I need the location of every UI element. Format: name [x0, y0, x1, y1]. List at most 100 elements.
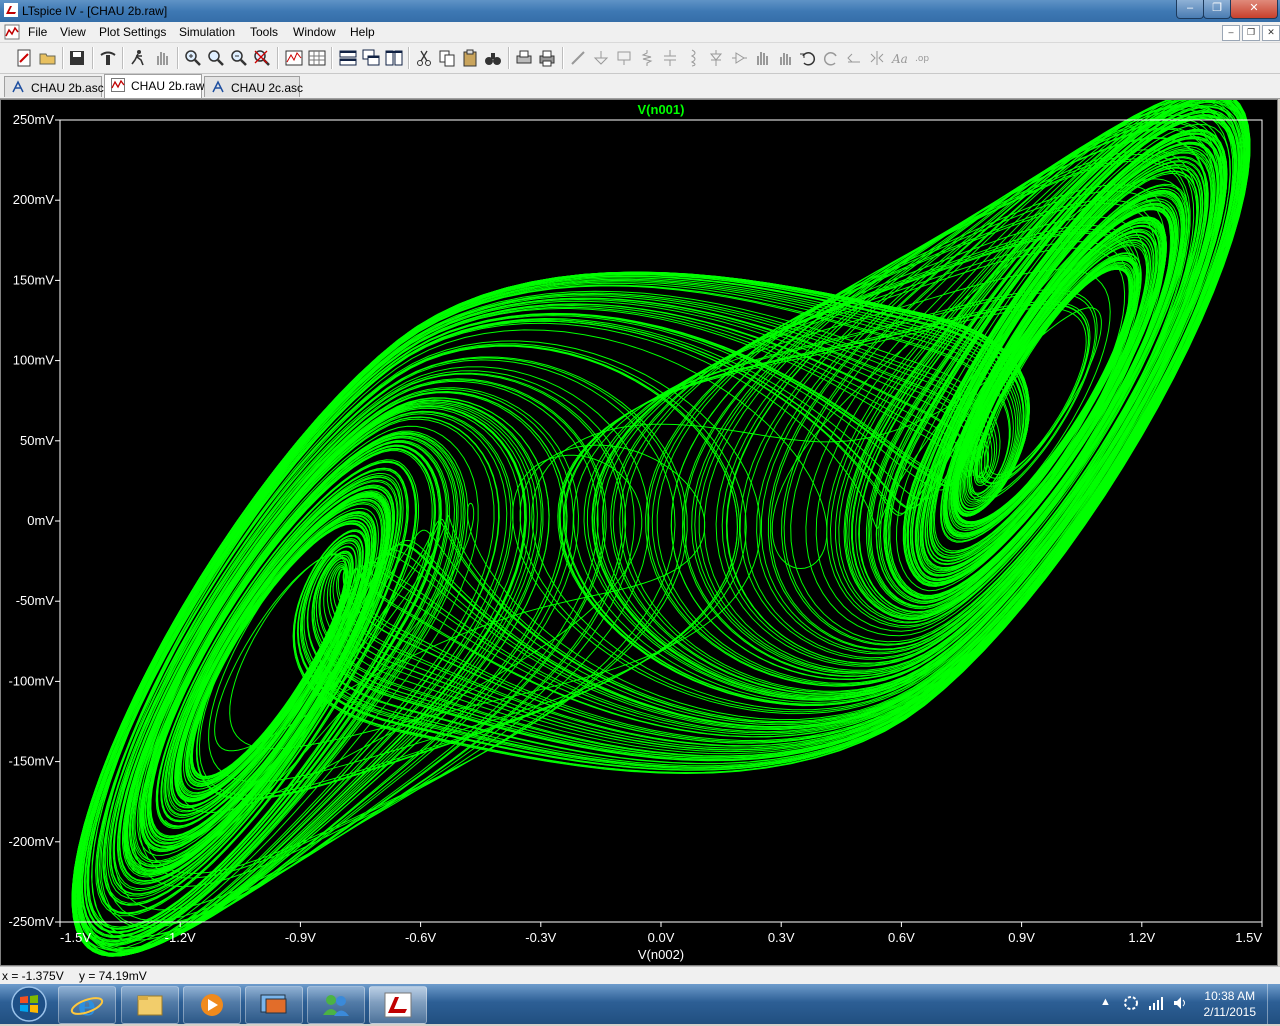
new-schematic-icon[interactable]: [14, 48, 34, 68]
y-tick-label: -150mV: [8, 754, 54, 769]
menu-help[interactable]: Help: [350, 25, 375, 39]
taskbar-ltspice[interactable]: [369, 986, 427, 1024]
media-player-icon: [201, 994, 223, 1016]
ltspice-logo-icon: [4, 3, 18, 17]
tile-horizontal-icon[interactable]: [338, 48, 358, 68]
taskbar-remote-desktop[interactable]: [245, 986, 303, 1024]
clock-time: 10:38 AM: [1204, 989, 1256, 1003]
signal-strength-icon[interactable]: [1148, 995, 1164, 1011]
x-tick-label: 1.5V: [1235, 930, 1262, 945]
rotate-icon[interactable]: [844, 48, 864, 68]
trace-title: V(n001): [638, 102, 685, 117]
undo-icon[interactable]: [798, 48, 818, 68]
waveform-plot[interactable]: -1.5V -1.2V -0.9V -0.6V -0.3V 0.0V 0.3V 0.6V 0.9…: [1, 89, 1277, 965]
y-tick-label: -100mV: [8, 673, 54, 688]
paste-icon[interactable]: [460, 48, 480, 68]
text-icon[interactable]: Aa: [890, 48, 910, 68]
taskbar: e ▲ 10:38 AM 2/11/2015: [0, 984, 1280, 1024]
y-tick-label: -200mV: [8, 834, 54, 849]
drag-icon[interactable]: [775, 48, 795, 68]
show-desktop-button[interactable]: [1267, 984, 1280, 1024]
diode-icon[interactable]: [706, 48, 726, 68]
y-tick-label: -250mV: [8, 914, 54, 929]
tab-chau-2b-asc[interactable]: CHAU 2b.asc: [4, 76, 104, 97]
close-button[interactable]: ✕: [1230, 0, 1278, 19]
x-tick-label: 0.3V: [768, 930, 795, 945]
find-icon[interactable]: [483, 48, 503, 68]
zoom-area-icon[interactable]: [183, 48, 203, 68]
taskbar-messenger[interactable]: [307, 986, 365, 1024]
restore-button[interactable]: ❐: [1203, 0, 1231, 19]
ground-icon[interactable]: [591, 48, 611, 68]
component-icon[interactable]: [729, 48, 749, 68]
autorange-icon[interactable]: [284, 48, 304, 68]
menu-window[interactable]: Window: [293, 25, 336, 39]
x-tick-label: 0.0V: [648, 930, 675, 945]
network-center-icon[interactable]: [1123, 995, 1139, 1011]
x-tick-label: -1.2V: [165, 930, 196, 945]
tile-vertical-icon[interactable]: [384, 48, 404, 68]
window-title: LTspice IV - [CHAU 2b.raw]: [22, 4, 168, 18]
x-tick-label: 0.9V: [1008, 930, 1035, 945]
minimize-button[interactable]: ‒: [1176, 0, 1204, 19]
open-icon[interactable]: [38, 48, 58, 68]
zoom-fit-icon[interactable]: [252, 48, 272, 68]
ltspice-icon: [384, 992, 412, 1018]
x-tick-label: -0.6V: [405, 930, 436, 945]
tab-chau-2b-raw[interactable]: CHAU 2b.raw: [104, 74, 204, 98]
system-clock[interactable]: 10:38 AM 2/11/2015: [1204, 988, 1257, 1020]
file-explorer-icon: [137, 995, 163, 1016]
menu-plot-settings[interactable]: Plot Settings: [99, 25, 166, 39]
remote-desktop-icon: [260, 994, 287, 1014]
taskbar-media-player[interactable]: [183, 986, 241, 1024]
redo-icon[interactable]: [821, 48, 841, 68]
x-axis-label: V(n002): [638, 947, 684, 962]
print-preview-icon[interactable]: [514, 48, 534, 68]
svg-text:Aa: Aa: [891, 52, 908, 66]
ltspice-doc-icon[interactable]: [4, 24, 20, 40]
menu-view[interactable]: View: [60, 25, 86, 39]
print-icon[interactable]: [537, 48, 557, 68]
capacitor-icon[interactable]: [660, 48, 680, 68]
inductor-icon[interactable]: [683, 48, 703, 68]
cascade-icon[interactable]: [361, 48, 381, 68]
spice-directive-icon[interactable]: .op: [913, 48, 933, 68]
resistor-icon[interactable]: [637, 48, 657, 68]
x-tick-label: 0.6V: [888, 930, 915, 945]
control-panel-icon[interactable]: [98, 48, 118, 68]
menu-simulation[interactable]: Simulation: [179, 25, 235, 39]
move-icon[interactable]: [752, 48, 772, 68]
taskbar-internet-explorer[interactable]: e: [58, 986, 116, 1024]
svg-text:e: e: [78, 989, 96, 1022]
taskbar-file-explorer[interactable]: [121, 986, 179, 1024]
waveform-icon: [111, 78, 125, 92]
tab-chau-2c-asc[interactable]: CHAU 2c.asc: [204, 76, 303, 97]
save-icon[interactable]: [67, 48, 87, 68]
run-icon[interactable]: [128, 48, 148, 68]
plot-window[interactable]: -1.5V -1.2V -0.9V -0.6V -0.3V 0.0V 0.3V 0.6V 0.9…: [0, 89, 1278, 966]
mdi-minimize-button[interactable]: –: [1222, 25, 1240, 41]
grid-icon[interactable]: [307, 48, 327, 68]
status-bar: x = -1.375V y = 74.19mV: [0, 966, 1280, 985]
menu-tools[interactable]: Tools: [250, 25, 278, 39]
mdi-restore-button[interactable]: ❐: [1242, 25, 1260, 41]
wire-icon[interactable]: [568, 48, 588, 68]
y-tick-label: 200mV: [13, 192, 55, 207]
y-tick-label: 150mV: [13, 272, 55, 287]
cursor-y-readout: y = 74.19mV: [79, 969, 147, 983]
internet-explorer-icon: e: [70, 989, 104, 1022]
mdi-close-button[interactable]: ✕: [1262, 25, 1280, 41]
label-icon[interactable]: [614, 48, 634, 68]
start-button[interactable]: [6, 985, 52, 1023]
zoom-out-icon[interactable]: [229, 48, 249, 68]
volume-icon[interactable]: [1172, 995, 1188, 1011]
cut-icon[interactable]: [414, 48, 434, 68]
mirror-icon[interactable]: [867, 48, 887, 68]
zoom-back-icon[interactable]: [206, 48, 226, 68]
halt-icon[interactable]: [152, 48, 172, 68]
y-tick-label: -50mV: [16, 593, 55, 608]
show-hidden-icons-icon[interactable]: ▲: [1100, 996, 1111, 1008]
copy-icon[interactable]: [437, 48, 457, 68]
menu-file[interactable]: File: [28, 25, 47, 39]
y-tick-label: 50mV: [20, 433, 54, 448]
